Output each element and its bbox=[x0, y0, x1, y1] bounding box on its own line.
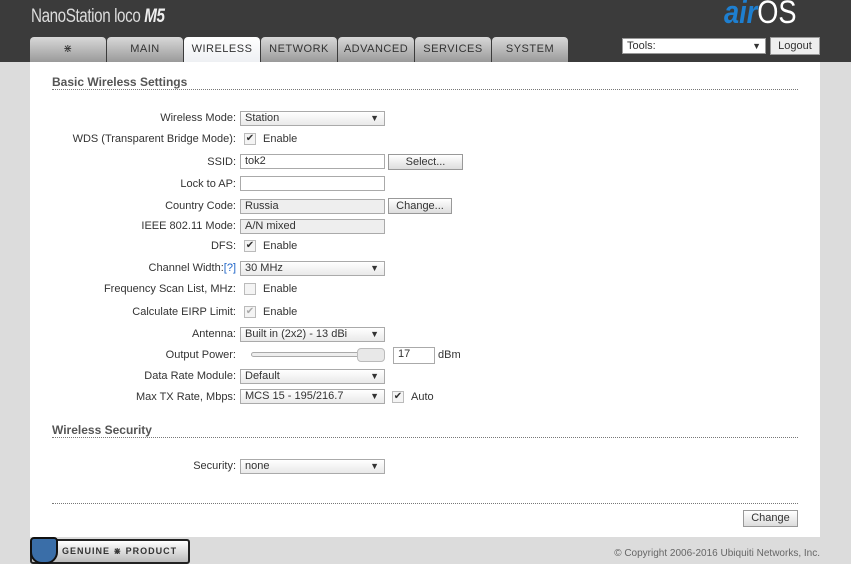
freq-scan-label: Frequency Scan List, MHz: bbox=[103, 283, 236, 295]
freq-scan-checkbox[interactable] bbox=[244, 283, 256, 295]
chevron-down-icon: ▼ bbox=[370, 371, 379, 381]
eirp-checkbox[interactable]: ✔ bbox=[244, 306, 256, 318]
ssid-input[interactable]: tok2 bbox=[240, 154, 385, 169]
max-tx-label: Max TX Rate, Mbps: bbox=[135, 391, 236, 403]
antenna-label: Antenna: bbox=[191, 328, 236, 340]
tab-wireless[interactable]: WIRELESS bbox=[184, 37, 260, 62]
output-power-unit: dBm bbox=[438, 349, 461, 361]
tools-select[interactable]: Tools: ▼ bbox=[622, 38, 766, 54]
freq-scan-enable-text: Enable bbox=[263, 283, 298, 295]
country-change-button[interactable]: Change... bbox=[388, 198, 452, 214]
dfs-label: DFS: bbox=[210, 240, 236, 252]
divider bbox=[52, 503, 798, 504]
section-title-security: Wireless Security bbox=[52, 423, 152, 437]
eirp-enable-text: Enable bbox=[263, 306, 298, 318]
ieee-mode-label: IEEE 802.11 Mode: bbox=[141, 220, 236, 232]
copyright: © Copyright 2006-2016 Ubiquiti Networks,… bbox=[614, 548, 820, 559]
lock-ap-label: Lock to AP: bbox=[180, 178, 236, 190]
chevron-down-icon: ▼ bbox=[370, 391, 379, 401]
tab-ubnt-logo[interactable]: ⋇ bbox=[30, 37, 106, 62]
header: NanoStation loco M5 airOS ⋇ MAIN WIRELES… bbox=[0, 0, 851, 62]
data-rate-label: Data Rate Module: bbox=[144, 370, 236, 382]
airos-logo: airOS bbox=[724, 0, 797, 30]
lock-ap-input[interactable] bbox=[240, 176, 385, 191]
channel-width-label: Channel Width:[?] bbox=[148, 262, 236, 274]
tab-network[interactable]: NETWORK bbox=[261, 37, 337, 62]
channel-width-help-link[interactable]: [?] bbox=[224, 262, 236, 274]
output-power-slider-handle[interactable] bbox=[357, 348, 385, 362]
lock-shield-icon bbox=[30, 537, 58, 564]
chevron-down-icon: ▼ bbox=[370, 461, 379, 471]
wireless-mode-select[interactable]: Station ▼ bbox=[240, 111, 385, 126]
security-label: Security: bbox=[193, 460, 236, 472]
tab-services[interactable]: SERVICES bbox=[415, 37, 491, 62]
product-logo: NanoStation loco M5 bbox=[31, 6, 165, 27]
tab-main[interactable]: MAIN bbox=[107, 37, 183, 62]
country-code-field: Russia bbox=[240, 199, 385, 214]
ssid-label: SSID: bbox=[207, 156, 236, 168]
output-power-slider-track[interactable] bbox=[251, 352, 361, 357]
dfs-checkbox[interactable]: ✔ bbox=[244, 240, 256, 252]
ssid-select-button[interactable]: Select... bbox=[388, 154, 463, 170]
antenna-select[interactable]: Built in (2x2) - 13 dBi ▼ bbox=[240, 327, 385, 342]
chevron-down-icon: ▼ bbox=[370, 113, 379, 123]
logout-button[interactable]: Logout bbox=[770, 37, 820, 55]
country-code-label: Country Code: bbox=[165, 200, 236, 212]
output-power-label: Output Power: bbox=[165, 349, 236, 361]
chevron-down-icon: ▼ bbox=[370, 329, 379, 339]
chevron-down-icon: ▼ bbox=[370, 263, 379, 273]
channel-width-select[interactable]: 30 MHz ▼ bbox=[240, 261, 385, 276]
ubiquiti-logo-icon: ⋇ bbox=[63, 43, 73, 55]
max-tx-auto-checkbox[interactable]: ✔ bbox=[392, 391, 404, 403]
output-power-input[interactable]: 17 bbox=[393, 347, 435, 364]
eirp-label: Calculate EIRP Limit: bbox=[132, 306, 236, 318]
max-tx-auto-text: Auto bbox=[411, 391, 434, 403]
wireless-mode-label: Wireless Mode: bbox=[160, 112, 236, 124]
security-select[interactable]: none ▼ bbox=[240, 459, 385, 474]
tab-advanced[interactable]: ADVANCED bbox=[338, 37, 414, 62]
divider bbox=[52, 437, 798, 438]
max-tx-select[interactable]: MCS 15 - 195/216.7 ▼ bbox=[240, 389, 385, 404]
ieee-mode-field: A/N mixed bbox=[240, 219, 385, 234]
dfs-enable-text: Enable bbox=[263, 240, 298, 252]
section-title-basic: Basic Wireless Settings bbox=[52, 75, 188, 89]
wds-enable-text: Enable bbox=[263, 133, 298, 145]
wds-label: WDS (Transparent Bridge Mode): bbox=[72, 133, 236, 145]
divider bbox=[52, 89, 798, 90]
tab-system[interactable]: SYSTEM bbox=[492, 37, 568, 62]
chevron-down-icon: ▼ bbox=[752, 41, 761, 51]
change-button[interactable]: Change bbox=[743, 510, 798, 527]
data-rate-select[interactable]: Default ▼ bbox=[240, 369, 385, 384]
wds-checkbox[interactable]: ✔ bbox=[244, 133, 256, 145]
